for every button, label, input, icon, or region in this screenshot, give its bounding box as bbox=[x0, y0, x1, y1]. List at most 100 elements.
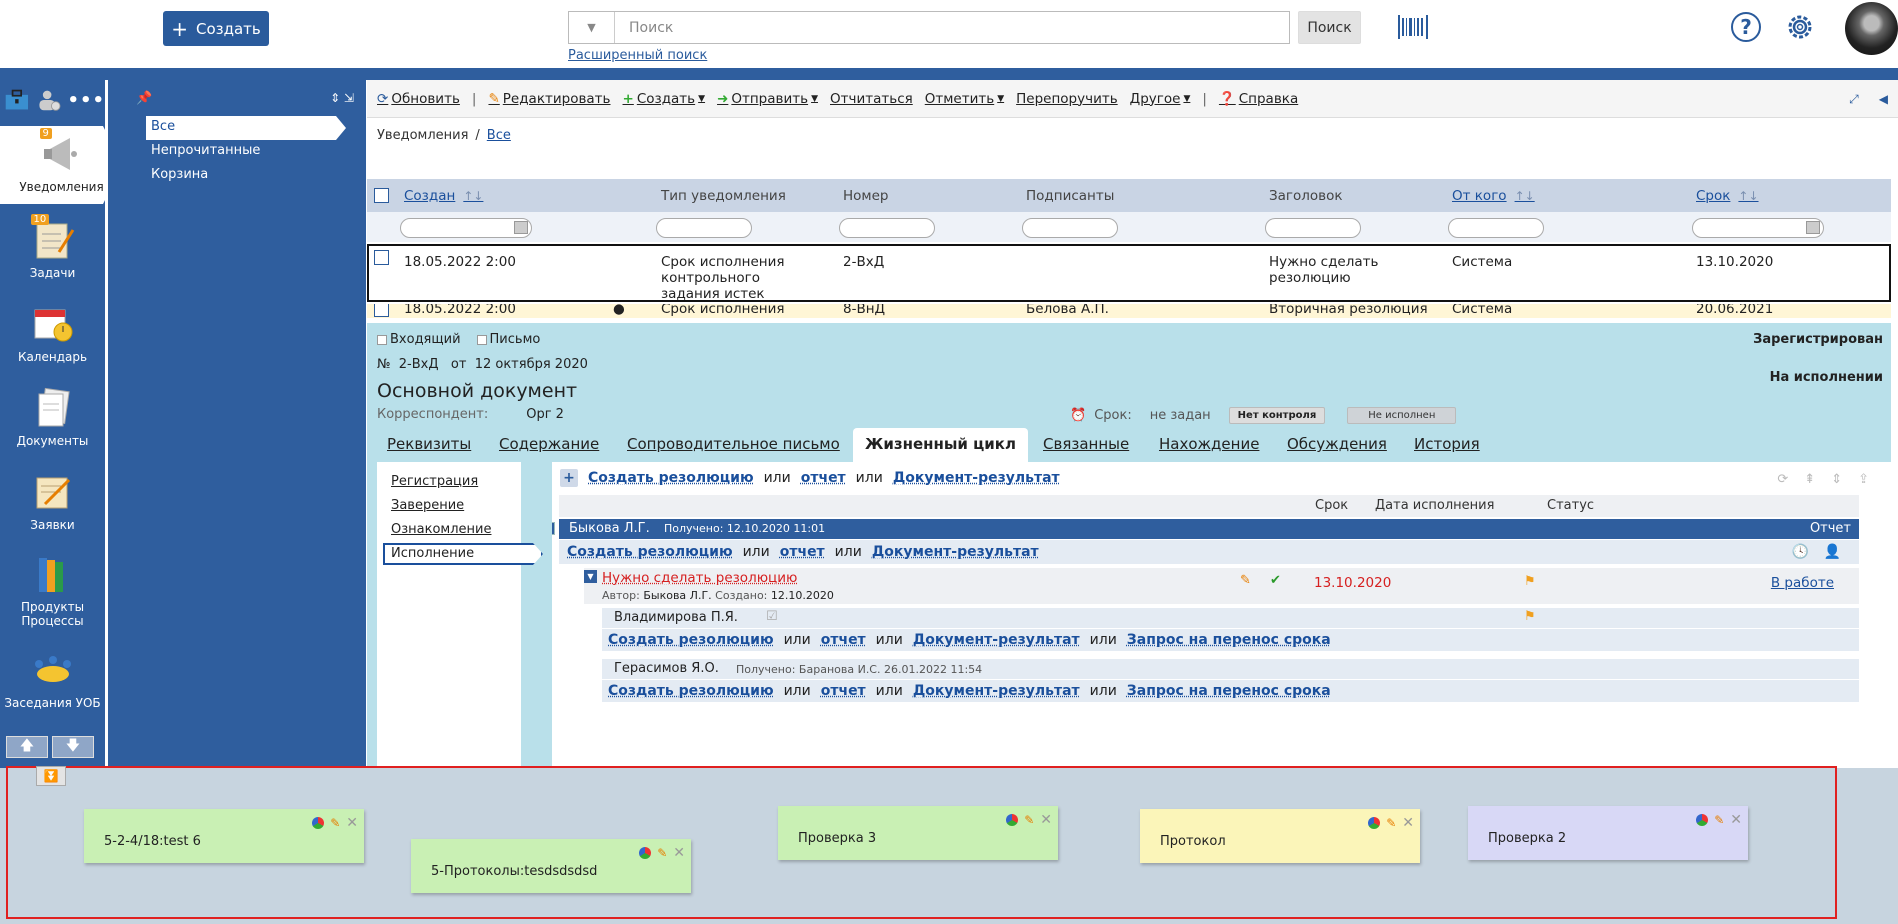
rail-item-requests[interactable]: Заявки bbox=[0, 470, 105, 532]
search-dropdown[interactable]: ▼ bbox=[569, 12, 615, 43]
postpone-link[interactable]: Запрос на перенос срока bbox=[1127, 683, 1331, 699]
column-from[interactable]: От кого ↑↓ bbox=[1452, 188, 1535, 204]
column-created[interactable]: Создан ↑↓ bbox=[404, 188, 483, 204]
create-resolution-link[interactable]: Создать резолюцию bbox=[567, 544, 733, 560]
close-icon[interactable]: ✕ bbox=[673, 845, 685, 861]
advanced-search-link[interactable]: Расширенный поиск bbox=[568, 48, 707, 63]
resolution-row[interactable]: ▼ Нужно сделать резолюцию Автор: Быкова … bbox=[584, 568, 1859, 604]
row-checkbox[interactable] bbox=[374, 250, 389, 265]
doc-result-link[interactable]: Документ-результат bbox=[913, 632, 1080, 648]
search-button[interactable]: Поиск bbox=[1298, 11, 1361, 44]
assignee-row[interactable]: ▼ Быкова Л.Г. Получено: 12.10.2020 11:01… bbox=[552, 519, 1859, 539]
sticky-note[interactable]: ✎ ✕ 5-2-4/18:test 6 bbox=[84, 809, 364, 863]
arrow-up-icon[interactable]: 🡅 bbox=[6, 736, 48, 758]
close-icon[interactable]: ✕ bbox=[1730, 812, 1742, 828]
filter-created[interactable] bbox=[400, 218, 532, 238]
color-picker-icon[interactable] bbox=[639, 847, 652, 859]
subnav-certification[interactable]: Заверение bbox=[391, 498, 464, 513]
create-resolution-link[interactable]: Создать резолюцию bbox=[608, 632, 774, 648]
collapse-icon[interactable]: ▼ bbox=[584, 570, 597, 583]
filter-number[interactable] bbox=[839, 218, 935, 238]
calendar-icon[interactable] bbox=[1806, 221, 1820, 234]
calendar-icon[interactable] bbox=[514, 221, 528, 234]
color-picker-icon[interactable] bbox=[1696, 814, 1709, 826]
executor-row[interactable]: Владимирова П.Я. ☑ ⚑ bbox=[602, 608, 1859, 628]
approve-icon[interactable]: ✔ bbox=[1270, 573, 1281, 588]
create-resolution-link[interactable]: Создать резолюцию bbox=[588, 470, 754, 486]
sticky-note[interactable]: ✎ ✕ Протокол bbox=[1140, 809, 1420, 863]
collapse-left-icon[interactable]: ◀ bbox=[1879, 92, 1888, 107]
close-icon[interactable]: ✕ bbox=[346, 815, 358, 831]
help-icon[interactable]: ? bbox=[1731, 12, 1761, 42]
pencil-icon[interactable]: ✎ bbox=[1240, 573, 1251, 588]
collapse-panel-icon[interactable]: ⏬ bbox=[36, 766, 66, 786]
fullscreen-icon[interactable]: ⤢ bbox=[1849, 92, 1859, 107]
help-button[interactable]: ❓ Справка bbox=[1219, 91, 1298, 107]
rail-item-tasks[interactable]: 10 Задачи bbox=[0, 214, 105, 280]
tab-requisites[interactable]: Реквизиты bbox=[387, 435, 471, 453]
reassign-button[interactable]: Перепоручить bbox=[1016, 91, 1118, 107]
create-menu-button[interactable]: + Создать ▼ bbox=[623, 91, 706, 107]
folder-unread[interactable]: Непрочитанные bbox=[146, 140, 366, 164]
rail-item-documents[interactable]: Документы bbox=[0, 386, 105, 448]
sticky-note[interactable]: ✎ ✕ Проверка 3 bbox=[778, 806, 1058, 860]
close-icon[interactable]: ✕ bbox=[1040, 812, 1052, 828]
gear-icon[interactable] bbox=[1785, 12, 1815, 42]
export-icon[interactable]: ⇪ bbox=[1858, 472, 1869, 487]
expand-collapse-icon[interactable]: ⇕ ⇲ bbox=[330, 91, 354, 105]
briefcase-icon[interactable] bbox=[4, 87, 30, 113]
rail-item-meetings[interactable]: Заседания УОБ bbox=[0, 648, 105, 710]
filter-deadline[interactable] bbox=[1692, 218, 1824, 238]
filter-type[interactable] bbox=[656, 218, 752, 238]
barcode-icon[interactable] bbox=[1398, 15, 1428, 39]
breadcrumb-current[interactable]: Все bbox=[487, 128, 511, 143]
rail-item-products[interactable]: Продукты Процессы bbox=[0, 552, 105, 628]
resolution-status[interactable]: В работе bbox=[1771, 575, 1834, 591]
arrow-down-icon[interactable]: 🡇 bbox=[52, 736, 94, 758]
doc-result-link[interactable]: Документ-результат bbox=[893, 470, 1060, 486]
clock-icon[interactable]: 🕓 bbox=[1792, 544, 1809, 560]
send-button[interactable]: ➜ Отправить ▼ bbox=[717, 91, 818, 107]
create-resolution-link[interactable]: Создать резолюцию bbox=[608, 683, 774, 699]
report-link[interactable]: отчет bbox=[801, 470, 846, 486]
pencil-icon[interactable]: ✎ bbox=[330, 816, 340, 830]
color-picker-icon[interactable] bbox=[312, 817, 325, 829]
color-picker-icon[interactable] bbox=[1006, 814, 1019, 826]
folder-trash[interactable]: Корзина bbox=[146, 164, 366, 188]
tab-content[interactable]: Содержание bbox=[499, 435, 599, 453]
close-icon[interactable]: ✕ bbox=[1402, 815, 1414, 831]
rail-item-calendar[interactable]: Календарь bbox=[0, 302, 105, 364]
pencil-icon[interactable]: ✎ bbox=[1024, 813, 1034, 827]
plus-icon[interactable]: + bbox=[560, 469, 578, 487]
postpone-link[interactable]: Запрос на перенос срока bbox=[1127, 632, 1331, 648]
tab-related[interactable]: Связанные bbox=[1043, 435, 1129, 453]
tab-discussions[interactable]: Обсуждения bbox=[1287, 435, 1387, 453]
rail-item-notifications[interactable]: 9 Уведомления bbox=[0, 126, 123, 204]
sticky-note[interactable]: ✎ ✕ Проверка 2 bbox=[1468, 806, 1748, 860]
select-all-checkbox[interactable] bbox=[374, 188, 389, 203]
subnav-review[interactable]: Ознакомление bbox=[391, 522, 491, 537]
expand-all-icon[interactable]: ⇕ bbox=[1831, 472, 1842, 487]
collapse-icon[interactable]: ▼ bbox=[552, 522, 555, 535]
refresh-icon[interactable]: ⟳ bbox=[1777, 472, 1788, 487]
breadcrumb-root[interactable]: Уведомления bbox=[377, 128, 468, 143]
tab-location[interactable]: Нахождение bbox=[1159, 435, 1259, 453]
other-button[interactable]: Другое ▼ bbox=[1130, 91, 1191, 107]
pencil-icon[interactable]: ✎ bbox=[657, 846, 667, 860]
color-picker-icon[interactable] bbox=[1368, 817, 1381, 829]
filter-signers[interactable] bbox=[1022, 218, 1118, 238]
refresh-button[interactable]: ⟳ Обновить bbox=[377, 91, 460, 107]
filter-from[interactable] bbox=[1448, 218, 1544, 238]
pencil-icon[interactable]: ✎ bbox=[1714, 813, 1724, 827]
tab-cover-letter[interactable]: Сопроводительное письмо bbox=[627, 435, 840, 453]
report-link[interactable]: отчет bbox=[821, 683, 866, 699]
table-row[interactable]: 18.05.2022 2:00 Срок исполнения контроль… bbox=[367, 244, 1891, 302]
tab-history[interactable]: История bbox=[1414, 435, 1480, 453]
row-checkbox[interactable] bbox=[374, 304, 389, 317]
tab-lifecycle[interactable]: Жизненный цикл bbox=[853, 428, 1028, 462]
user-icon[interactable]: 👤 bbox=[1824, 544, 1841, 560]
subnav-execution[interactable]: Исполнение bbox=[383, 543, 543, 565]
folder-all[interactable]: Все bbox=[146, 116, 346, 140]
doc-result-link[interactable]: Документ-результат bbox=[872, 544, 1039, 560]
create-button[interactable]: + Создать bbox=[163, 11, 269, 46]
